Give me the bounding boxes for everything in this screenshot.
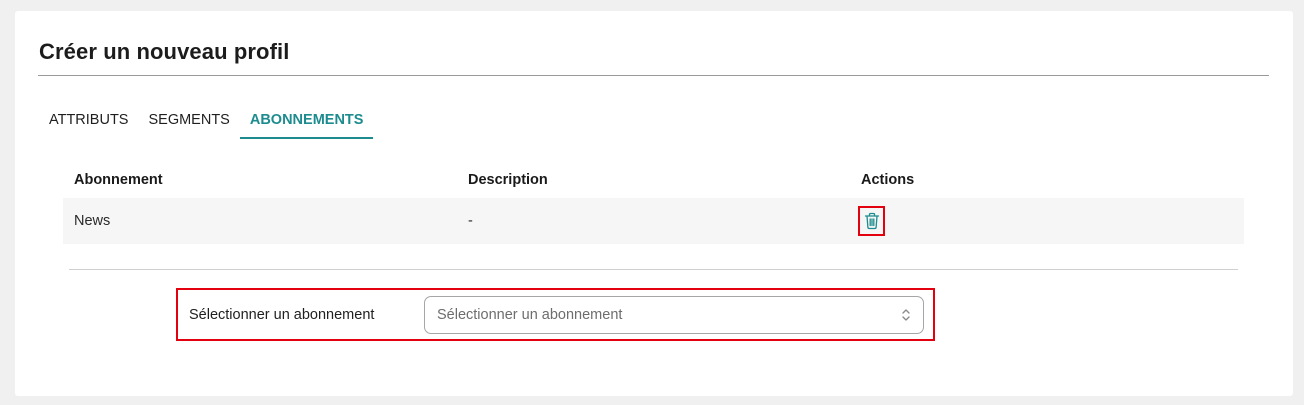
title-divider (38, 75, 1269, 76)
subscriptions-table: Abonnement Description Actions News - (63, 161, 1244, 244)
cell-description: - (468, 213, 473, 229)
table-divider (69, 269, 1238, 270)
create-profile-card: Créer un nouveau profil ATTRIBUTS SEGMEN… (15, 11, 1293, 396)
page-title: Créer un nouveau profil (39, 39, 290, 64)
header-actions: Actions (861, 171, 915, 188)
cell-actions (851, 206, 1244, 236)
table-header: Abonnement Description Actions (63, 161, 1244, 198)
trash-icon (864, 212, 879, 230)
header-subscription: Abonnement (74, 171, 163, 188)
delete-subscription-button[interactable] (858, 206, 885, 236)
subscription-select-row: Sélectionner un abonnement Sélectionner … (176, 288, 935, 341)
tab-segments[interactable]: SEGMENTS (138, 102, 239, 139)
tab-abonnements[interactable]: ABONNEMENTS (239, 102, 374, 139)
subscription-select[interactable]: Sélectionner un abonnement (424, 295, 924, 334)
header-description: Description (468, 171, 548, 188)
tab-attributs[interactable]: ATTRIBUTS (39, 102, 138, 139)
chevron-up-down-icon (902, 308, 910, 321)
table-row: News - (63, 198, 1244, 244)
subscription-select-label: Sélectionner un abonnement (189, 306, 375, 323)
profile-tabs: ATTRIBUTS SEGMENTS ABONNEMENTS (39, 102, 374, 139)
subscription-select-placeholder: Sélectionner un abonnement (437, 306, 623, 323)
cell-subscription: News (74, 213, 111, 229)
